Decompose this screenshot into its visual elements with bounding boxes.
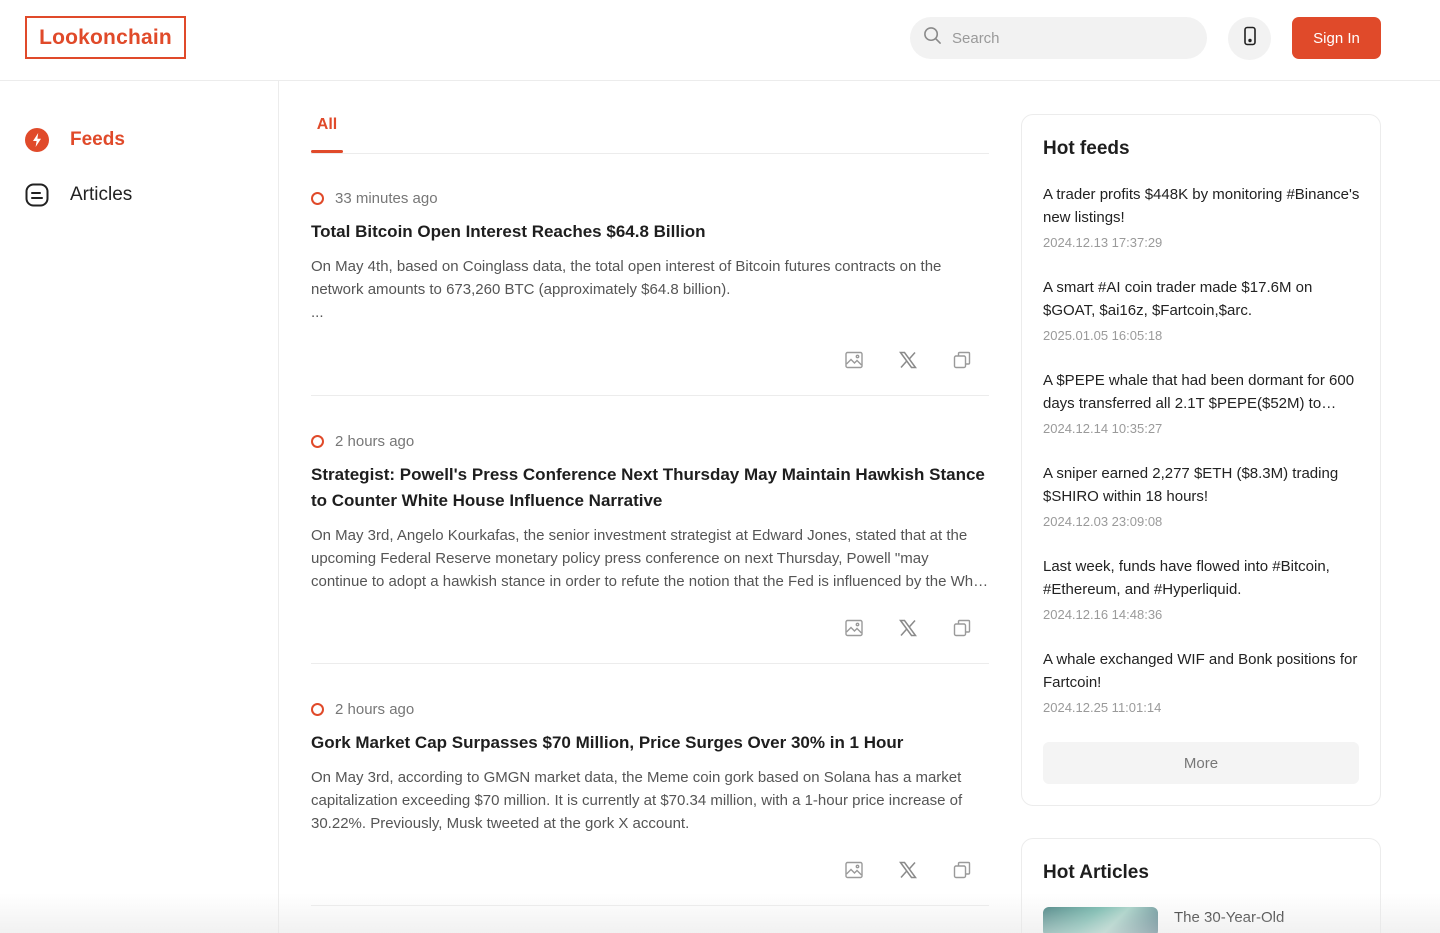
image-icon[interactable] (827, 617, 881, 639)
search-icon (923, 26, 942, 50)
feed-meta: 2 hours ago (311, 433, 414, 450)
article-thumbnail[interactable] (1043, 907, 1158, 933)
article-icon (25, 183, 49, 207)
timeline-dot-icon (311, 435, 324, 448)
feed-body-ellipsis: ... (311, 304, 324, 322)
feed-actions (827, 617, 989, 639)
feed-meta: 2 hours ago (311, 701, 414, 718)
phone-icon (1240, 26, 1260, 51)
hot-articles-card: Hot Articles The 30-Year-Old (1021, 838, 1381, 933)
sidebar-item-label: Articles (70, 184, 133, 205)
hot-feed-date: 2024.12.03 23:09:08 (1043, 514, 1163, 530)
feed-time: 2 hours ago (335, 433, 415, 450)
active-tab-indicator (311, 150, 343, 153)
feed-title[interactable]: Strategist: Powell's Press Conference Ne… (311, 462, 989, 514)
x-share-icon[interactable] (881, 617, 935, 639)
hot-feed-item[interactable]: Last week, funds have flowed into #Bitco… (1043, 555, 1361, 622)
sidebar-item-articles[interactable]: Articles (25, 183, 132, 207)
feed-body: On May 3rd, according to GMGN market dat… (311, 766, 989, 836)
bolt-circle-icon (25, 128, 49, 152)
x-share-icon[interactable] (881, 859, 935, 881)
feed-body: On May 3rd, Angelo Kourkafas, the senior… (311, 524, 989, 594)
feed-body-text: On May 4th, based on Coinglass data, the… (311, 258, 942, 299)
hot-feed-text: A smart #AI coin trader made $17.6M on $… (1043, 279, 1313, 320)
feed-time: 2 hours ago (335, 701, 415, 718)
x-share-icon[interactable] (881, 349, 935, 371)
hot-articles-title: Hot Articles (1043, 862, 1149, 883)
feed-title[interactable]: Gork Market Cap Surpasses $70 Million, P… (311, 730, 989, 756)
copy-icon[interactable] (935, 617, 989, 639)
hot-feed-item[interactable]: A smart #AI coin trader made $17.6M on $… (1043, 276, 1361, 343)
hot-feed-text: A sniper earned 2,277 $ETH ($8.3M) tradi… (1043, 465, 1339, 506)
mobile-app-button[interactable] (1228, 17, 1271, 60)
hot-feed-date: 2024.12.14 10:35:27 (1043, 421, 1163, 437)
hot-feed-date: 2024.12.16 14:48:36 (1043, 607, 1163, 623)
hot-feed-date: 2025.01.05 16:05:18 (1043, 328, 1163, 344)
feed-title[interactable]: Total Bitcoin Open Interest Reaches $64.… (311, 219, 989, 245)
copy-icon[interactable] (935, 349, 989, 371)
image-icon[interactable] (827, 349, 881, 371)
feed-body-text: On May 3rd, Angelo Kourkafas, the senior… (311, 527, 989, 591)
hot-feeds-card: Hot feeds A trader profits $448K by moni… (1021, 114, 1381, 806)
hot-feed-item[interactable]: A sniper earned 2,277 $ETH ($8.3M) tradi… (1043, 462, 1361, 529)
more-button[interactable]: More (1043, 742, 1359, 784)
sidebar-item-label: Feeds (70, 129, 125, 150)
left-sidebar: Feeds Articles (0, 81, 279, 933)
copy-icon[interactable] (935, 859, 989, 881)
image-icon[interactable] (827, 859, 881, 881)
hot-feeds-title: Hot feeds (1043, 138, 1130, 159)
feed-tabs: All (311, 81, 989, 154)
feed-actions (827, 349, 989, 371)
site-logo[interactable]: Lookonchain (25, 16, 186, 59)
sidebar-item-feeds[interactable]: Feeds (25, 128, 125, 152)
timeline-dot-icon (311, 192, 324, 205)
feed-body: On May 4th, based on Coinglass data, the… (311, 255, 989, 325)
hot-feed-text: A $PEPE whale that had been dormant for … (1043, 372, 1355, 413)
feed-item: 2 hours ago Gork Market Cap Surpasses $7… (311, 664, 989, 906)
hot-feed-text: Last week, funds have flowed into #Bitco… (1043, 558, 1330, 599)
hot-feed-item[interactable]: A $PEPE whale that had been dormant for … (1043, 369, 1361, 436)
sign-in-button[interactable]: Sign In (1292, 17, 1381, 59)
feed-body-text: On May 3rd, according to GMGN market dat… (311, 769, 963, 833)
article-title[interactable]: The 30-Year-Old (1174, 909, 1284, 926)
hot-feed-text: A trader profits $448K by monitoring #Bi… (1043, 186, 1360, 227)
hot-feed-date: 2024.12.25 11:01:14 (1043, 700, 1162, 716)
search-bar[interactable] (910, 17, 1207, 59)
search-input[interactable] (952, 29, 1192, 47)
feed-meta: 33 minutes ago (311, 190, 438, 207)
feed-time: 33 minutes ago (335, 190, 438, 207)
hot-feed-text: A whale exchanged WIF and Bonk positions… (1043, 651, 1358, 692)
hot-feed-item[interactable]: A whale exchanged WIF and Bonk positions… (1043, 648, 1361, 715)
hot-feed-date: 2024.12.13 17:37:29 (1043, 235, 1163, 251)
feed-item: 2 hours ago Strategist: Powell's Press C… (311, 396, 989, 664)
tab-all[interactable]: All (311, 116, 343, 134)
top-header: Lookonchain Sign In (0, 0, 1440, 81)
timeline-dot-icon (311, 703, 324, 716)
feed-item: 33 minutes ago Total Bitcoin Open Intere… (311, 154, 989, 396)
feed-actions (827, 859, 989, 881)
hot-feed-item[interactable]: A trader profits $448K by monitoring #Bi… (1043, 183, 1361, 250)
feed-main: All 33 minutes ago Total Bitcoin Open In… (311, 81, 989, 933)
